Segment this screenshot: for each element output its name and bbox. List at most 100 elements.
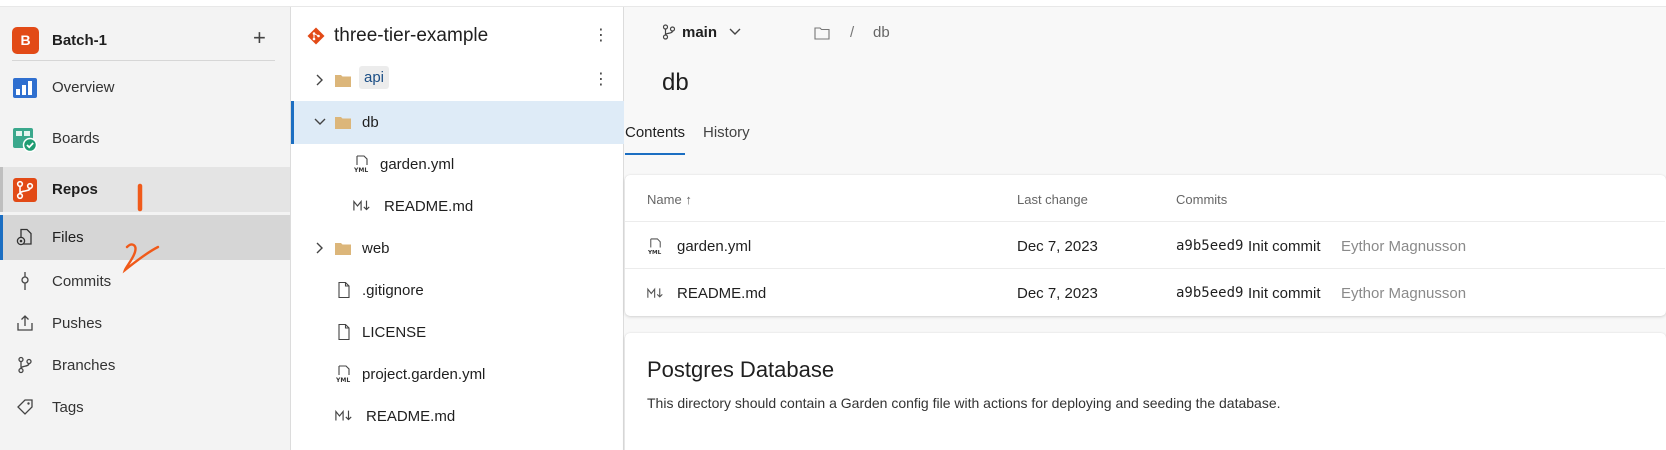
nav-item-pushes[interactable]: Pushes bbox=[0, 301, 290, 346]
chevron-down-icon[interactable] bbox=[313, 115, 327, 129]
top-strip bbox=[0, 0, 1666, 7]
tree-item-license[interactable]: LICENSE bbox=[291, 311, 624, 354]
readme-text: This directory should contain a Garden c… bbox=[647, 395, 1281, 411]
nav-label-branches: Branches bbox=[52, 357, 116, 374]
annotation-mark-1 bbox=[137, 183, 143, 212]
tree-label-db: db bbox=[362, 114, 379, 131]
tag-icon bbox=[17, 399, 33, 415]
tree-label-garden-yml: garden.yml bbox=[380, 156, 455, 173]
row-file-name[interactable]: garden.yml bbox=[677, 238, 751, 255]
branch-icon bbox=[18, 356, 32, 374]
folder-outline-icon[interactable] bbox=[814, 26, 830, 40]
tree-item-api[interactable]: api ⋮ bbox=[291, 59, 624, 102]
nav-item-tags[interactable]: Tags bbox=[0, 385, 290, 430]
add-icon[interactable]: + bbox=[253, 25, 266, 51]
branch-icon bbox=[662, 24, 676, 40]
row-file-name[interactable]: README.md bbox=[677, 285, 766, 302]
nav-item-boards[interactable]: Boards bbox=[0, 116, 290, 161]
chevron-down-icon[interactable] bbox=[728, 25, 742, 39]
table-row[interactable]: YML garden.yml Dec 7, 2023 a9b5eed9 Init… bbox=[625, 221, 1665, 269]
row-commit-hash[interactable]: a9b5eed9 bbox=[1176, 238, 1243, 254]
repo-header: three-tier-example bbox=[307, 23, 607, 53]
main-content: main / db db Contents History Name ↑ Las… bbox=[624, 7, 1666, 450]
row-commit-message: Init commit bbox=[1248, 285, 1321, 302]
row-commit-hash[interactable]: a9b5eed9 bbox=[1176, 285, 1243, 301]
row-date: Dec 7, 2023 bbox=[1017, 238, 1098, 255]
project-header: B Batch-1 + bbox=[12, 21, 275, 61]
row-author: Eythor Magnusson bbox=[1341, 285, 1467, 302]
column-header-name[interactable]: Name ↑ bbox=[647, 192, 692, 207]
markdown-icon bbox=[353, 199, 370, 211]
tab-contents[interactable]: Contents bbox=[625, 124, 686, 155]
tree-label-web: web bbox=[362, 240, 390, 257]
boards-icon bbox=[13, 128, 38, 152]
nav-item-branches[interactable]: Branches bbox=[0, 343, 290, 388]
tree-item-gitignore[interactable]: .gitignore bbox=[291, 269, 624, 312]
row-date: Dec 7, 2023 bbox=[1017, 285, 1098, 302]
repo-name[interactable]: three-tier-example bbox=[334, 25, 488, 47]
project-name[interactable]: Batch-1 bbox=[52, 32, 107, 49]
tree-item-readme-root[interactable]: README.md bbox=[291, 395, 624, 438]
chevron-right-icon[interactable] bbox=[313, 241, 327, 255]
markdown-icon bbox=[335, 409, 352, 421]
left-navigation: B Batch-1 + Overview Boards Repos Files … bbox=[0, 7, 291, 450]
row-author: Eythor Magnusson bbox=[1341, 238, 1467, 255]
tree-label-gitignore: .gitignore bbox=[362, 282, 424, 299]
overview-icon bbox=[13, 78, 37, 98]
breadcrumb-separator: / bbox=[850, 24, 855, 41]
tree-item-web[interactable]: web bbox=[291, 227, 624, 270]
annotation-mark-2 bbox=[122, 243, 160, 274]
folder-icon bbox=[335, 243, 351, 255]
yml-file-icon: YML bbox=[353, 155, 368, 173]
nav-label-commits: Commits bbox=[52, 273, 112, 290]
repo-more-icon[interactable]: ⋮ bbox=[593, 28, 609, 44]
file-tree-panel: three-tier-example ⋮ api ⋮ db YML garden… bbox=[291, 7, 624, 450]
tree-item-garden-yml[interactable]: YML garden.yml bbox=[291, 143, 624, 186]
file-icon bbox=[338, 281, 350, 299]
files-icon bbox=[16, 228, 32, 246]
tab-history[interactable]: History bbox=[703, 124, 750, 141]
nav-item-repos[interactable]: Repos bbox=[0, 167, 290, 212]
nav-item-overview[interactable]: Overview bbox=[0, 65, 290, 110]
page-title: db bbox=[662, 69, 689, 96]
push-icon bbox=[17, 315, 33, 331]
nav-label-pushes: Pushes bbox=[52, 315, 103, 332]
nav-label-repos: Repos bbox=[52, 181, 98, 198]
readme-heading: Postgres Database bbox=[647, 357, 835, 382]
yml-file-icon: YML bbox=[647, 238, 662, 255]
nav-label-overview: Overview bbox=[52, 79, 115, 96]
files-table: Name ↑ Last change Commits YML garden.ym… bbox=[625, 175, 1666, 316]
nav-label-files: Files bbox=[52, 229, 84, 246]
readme-preview: Postgres Database This directory should … bbox=[625, 333, 1666, 450]
branch-selector[interactable]: main bbox=[682, 24, 717, 41]
svg-text:YML: YML bbox=[335, 377, 350, 383]
tree-label-license: LICENSE bbox=[362, 324, 427, 341]
tree-item-project-garden-yml[interactable]: YML project.garden.yml bbox=[291, 353, 624, 396]
git-repo-icon bbox=[307, 27, 325, 45]
repos-icon bbox=[13, 178, 37, 202]
tree-item-db[interactable]: db bbox=[291, 101, 624, 144]
tree-item-readme-db[interactable]: README.md bbox=[291, 185, 624, 228]
yml-file-icon: YML bbox=[335, 365, 350, 383]
svg-text:YML: YML bbox=[353, 167, 368, 173]
column-header-name-label: Name bbox=[647, 192, 682, 207]
tree-label-project-garden-yml: project.garden.yml bbox=[362, 366, 486, 383]
column-header-commits: Commits bbox=[1176, 192, 1228, 207]
commit-icon bbox=[21, 272, 29, 290]
sort-arrow-icon: ↑ bbox=[685, 192, 692, 207]
nav-label-boards: Boards bbox=[52, 130, 100, 147]
file-icon bbox=[338, 323, 350, 341]
column-header-last-change: Last change bbox=[1017, 192, 1088, 207]
folder-icon bbox=[335, 117, 351, 129]
project-avatar[interactable]: B bbox=[12, 27, 39, 54]
tree-label-readme-root: README.md bbox=[366, 408, 456, 425]
table-row[interactable]: README.md Dec 7, 2023 a9b5eed9 Init comm… bbox=[625, 268, 1665, 316]
row-commit-message: Init commit bbox=[1248, 238, 1321, 255]
api-more-icon[interactable]: ⋮ bbox=[593, 72, 609, 88]
nav-label-tags: Tags bbox=[52, 399, 84, 416]
folder-icon bbox=[335, 75, 351, 87]
tree-label-api: api bbox=[359, 66, 390, 89]
breadcrumb-db[interactable]: db bbox=[873, 24, 890, 41]
svg-text:YML: YML bbox=[647, 250, 662, 255]
chevron-right-icon[interactable] bbox=[313, 73, 327, 87]
